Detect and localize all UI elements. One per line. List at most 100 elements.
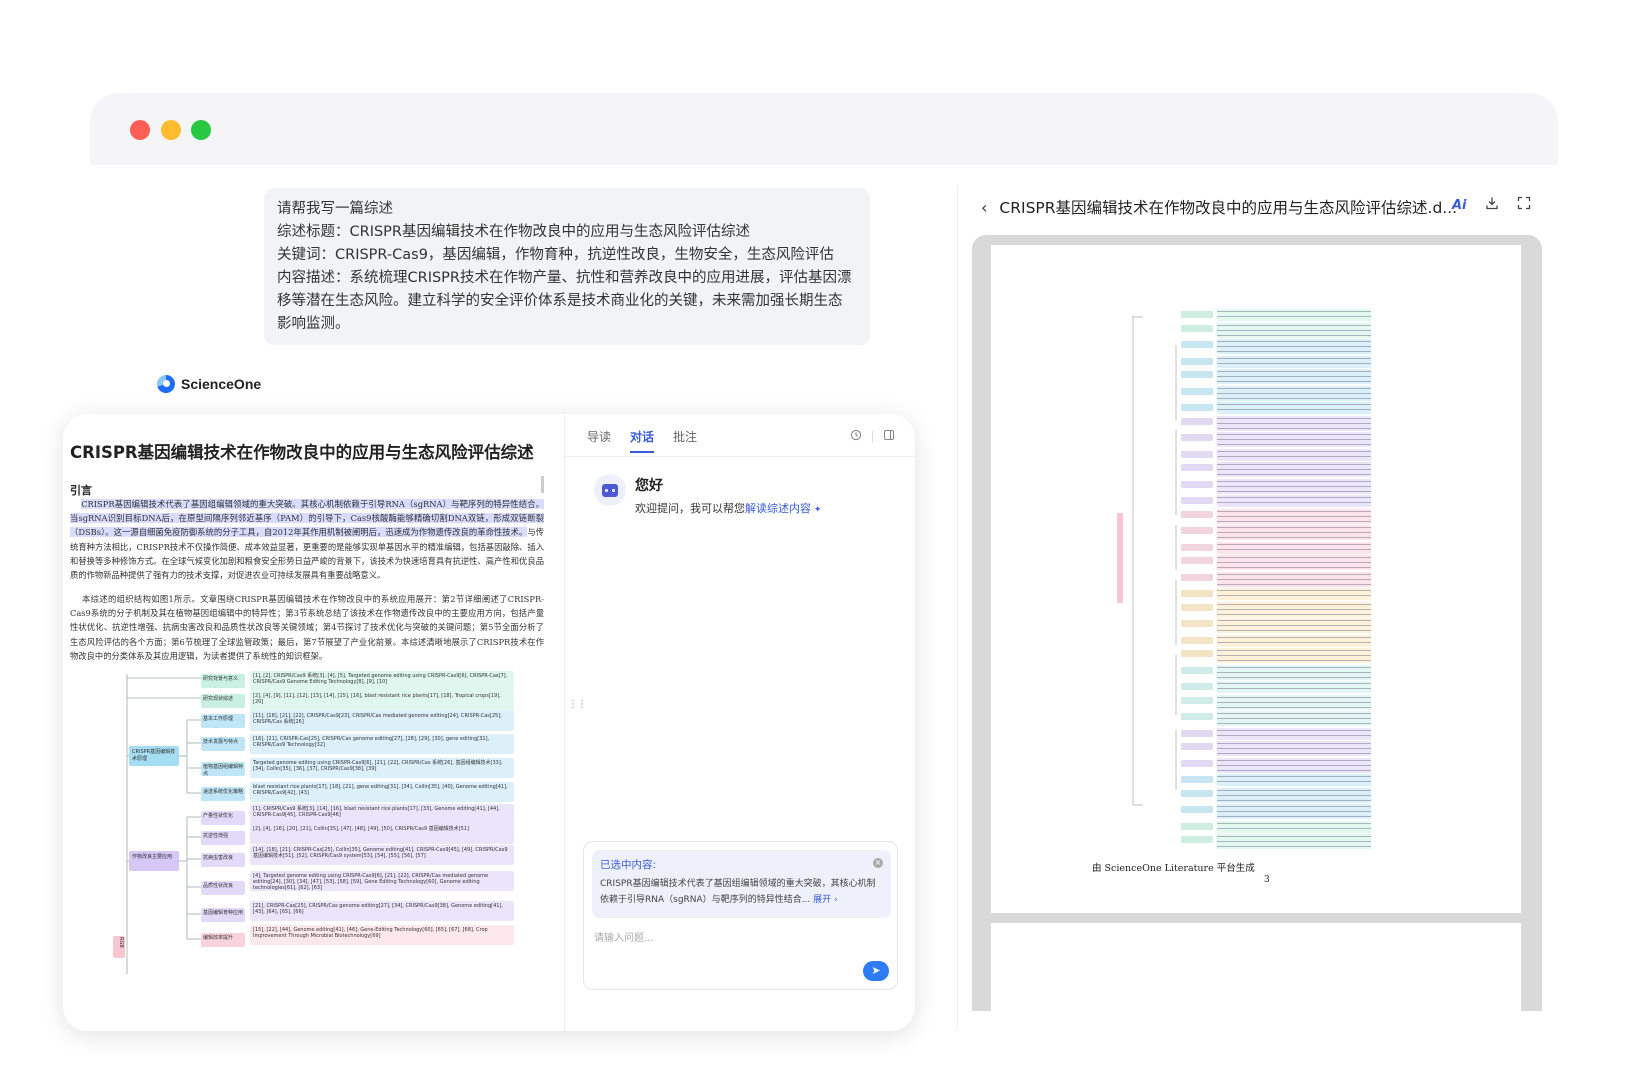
send-icon: ➤ [871,964,881,977]
mind-map-leaf: [16], [21], CRISPR-Cas[25], CRISPR/Cas g… [250,734,514,754]
tab-annotations[interactable]: 批注 [673,428,697,445]
page-mind-map-node [1181,822,1213,830]
tab-guide[interactable]: 导读 [587,428,611,445]
drag-handle-icon[interactable]: ⋮⋮ [568,699,587,710]
ai-button[interactable]: Ai [1452,198,1467,213]
page-mind-map-leaf [1217,495,1371,507]
minimize-window-button[interactable] [161,120,181,140]
document-viewer[interactable]: 由 ScienceOne Literature 平台生成 3 [972,235,1542,1011]
mind-map-node: 抗病虫害改良 [201,853,245,867]
sidebar-toggle-icon[interactable] [883,429,895,444]
chat-input-box[interactable]: 已选中内容: CRISPR基因编辑技术代表了基因组编辑领域的重大突破，其核心机制… [583,841,898,990]
highlighted-selection[interactable]: CRISPR基因编辑技术代表了基因组编辑领域的重大突破。其核心机制依赖于引导RN… [70,499,544,538]
mind-map-leaf: [15], [22], [44], Genome editing[41], [4… [250,925,514,945]
page-mind-map-leaf [1217,787,1371,803]
maximize-window-button[interactable] [191,120,211,140]
structure-paragraph[interactable]: 本综述的组织结构如图1所示。文章围绕CRISPR基因编辑技术在作物改良中的系统应… [70,592,544,663]
page-mind-map-leaf [1217,385,1371,401]
send-button[interactable]: ➤ [863,961,889,981]
welcome-message: 欢迎提问，我可以帮您解读综述内容 ✦ [635,500,821,516]
toolbar-separator [872,430,873,443]
clear-selection-icon[interactable]: × [873,858,883,868]
mind-map-leaf: [4], Targeted genome editing using CRISP… [250,871,514,891]
panel-divider [564,414,565,1031]
page-mind-map-node [1181,636,1213,644]
mind-map-node: 研究背景与意义 [201,674,245,688]
viewer-divider [957,186,958,1029]
mind-map-node: 抗逆性增强 [201,831,245,845]
viewer-file-title: CRISPR基因编辑技术在作物改良中的应用与生态风险评估综述.d... [999,199,1458,217]
chat-tabs: 导读 对话 批注 [587,428,697,453]
page-mind-map-node [1181,590,1213,597]
page-mind-map-node [1181,789,1213,797]
viewer-header: ‹ CRISPR基因编辑技术在作物改良中的应用与生态风险评估综述.d... [981,196,1457,218]
mind-map-node: 植物基因组编辑特点 [201,762,245,776]
interpret-review-link[interactable]: 解读综述内容 [745,502,811,515]
document-scrollbar[interactable] [541,476,544,493]
page-mind-map-node [1181,696,1213,704]
page-mind-map-node [1181,743,1213,750]
pdf-page: 由 ScienceOne Literature 平台生成 3 [991,245,1521,913]
selected-content-text: CRISPR基因编辑技术代表了基因组编辑领域的重大突破，其核心机制依赖于引导RN… [600,876,883,908]
page-mind-map-node [1181,729,1213,737]
welcome-text: 欢迎提问，我可以帮您 [635,502,745,515]
mind-map-leaf: [21], CRISPR-Cas[25], CRISPR/Cas genome … [250,901,514,921]
tabs-underline [565,456,915,457]
page-mind-map-node [1181,543,1213,551]
mind-map-root: RGB [113,936,125,958]
close-window-button[interactable] [130,120,150,140]
prompt-line: 内容描述：系统梳理CRISPR技术在作物产量、抗性和营养改良中的应用进展，评估基… [277,270,852,332]
greeting: 您好 [635,478,663,494]
page-mind-map-node [1181,450,1213,458]
section-heading: 引言 [70,484,92,497]
page-mind-map-node [1181,650,1213,657]
page-mind-map-leaf [1217,462,1371,477]
back-chevron-icon[interactable]: ‹ [981,198,987,217]
page-mind-map-node [1181,683,1213,690]
prompt-line: 综述标题：CRISPR基因编辑技术在作物改良中的应用与生态风险评估综述 [277,224,750,240]
brand: ScienceOne [157,375,261,393]
tab-chat[interactable]: 对话 [630,428,655,453]
mind-map-leaf: [2], [4], [16], [20], [21], Collin[35], … [250,824,514,844]
mind-map-leaf: [1], CRISPR/Cas9 系统[3], [14], [16], blas… [250,804,514,824]
page-mind-map-node [1181,836,1213,843]
sparkle-icon: ✦ [811,505,822,515]
page-mind-map-leaf [1217,571,1371,587]
mind-map-node: 产量性状优化 [201,811,245,825]
page-mind-map-node [1181,620,1213,627]
page-mind-map-leaf [1217,694,1371,710]
page-mind-map-node [1181,341,1213,348]
page-mind-map-leaf [1217,727,1371,740]
page-mind-map-node [1181,371,1213,378]
expand-link[interactable]: 展开 [813,895,831,905]
page-mind-map-leaf [1217,757,1371,773]
page-mind-map-leaf [1217,774,1371,786]
intro-paragraph[interactable]: CRISPR基因编辑技术代表了基因组编辑领域的重大突破。其核心机制依赖于引导RN… [70,497,544,582]
chevron-right-icon: › [831,895,838,905]
brand-name: ScienceOne [181,376,262,392]
fullscreen-icon[interactable] [1517,196,1531,214]
mind-map-leaf: Targeted genome editing using CRISPR-Cas… [250,758,514,778]
page-mind-map-node [1181,527,1213,534]
user-prompt-bubble: 请帮我写一篇综述 综述标题：CRISPR基因编辑技术在作物改良中的应用与生态风险… [264,188,870,345]
page-mind-map-leaf [1217,525,1371,540]
page-mind-map-leaf [1217,711,1371,726]
page-mind-map-node [1181,713,1213,720]
history-icon[interactable] [850,429,862,444]
question-input[interactable]: 请输入问题... [594,929,654,944]
mind-map-figure: CRISPR基因编辑技术原理 作物改良主要应用 RGB 研究背景与意义 研究现状综… [113,671,553,974]
download-icon[interactable] [1485,196,1499,214]
assistant-avatar [594,474,626,506]
page-mind-map-node [1181,603,1213,611]
page-mind-map-leaf [1217,681,1371,693]
robot-icon [602,483,618,497]
chat-toolbar [850,429,895,444]
viewer-toolbar: Ai [1452,196,1531,214]
mind-map-leaf: blast resistant rice plants[17], [18], [… [250,782,514,802]
mind-map-node: 技术发展与特点 [201,737,245,751]
selected-content-card: 已选中内容: CRISPR基因编辑技术代表了基因组编辑领域的重大突破，其核心机制… [592,850,891,918]
page-mind-map-node [1181,464,1213,471]
page-mind-map-node [1181,311,1213,318]
page-mind-map-leaf [1217,415,1371,431]
page-mind-map-node [1181,510,1213,518]
